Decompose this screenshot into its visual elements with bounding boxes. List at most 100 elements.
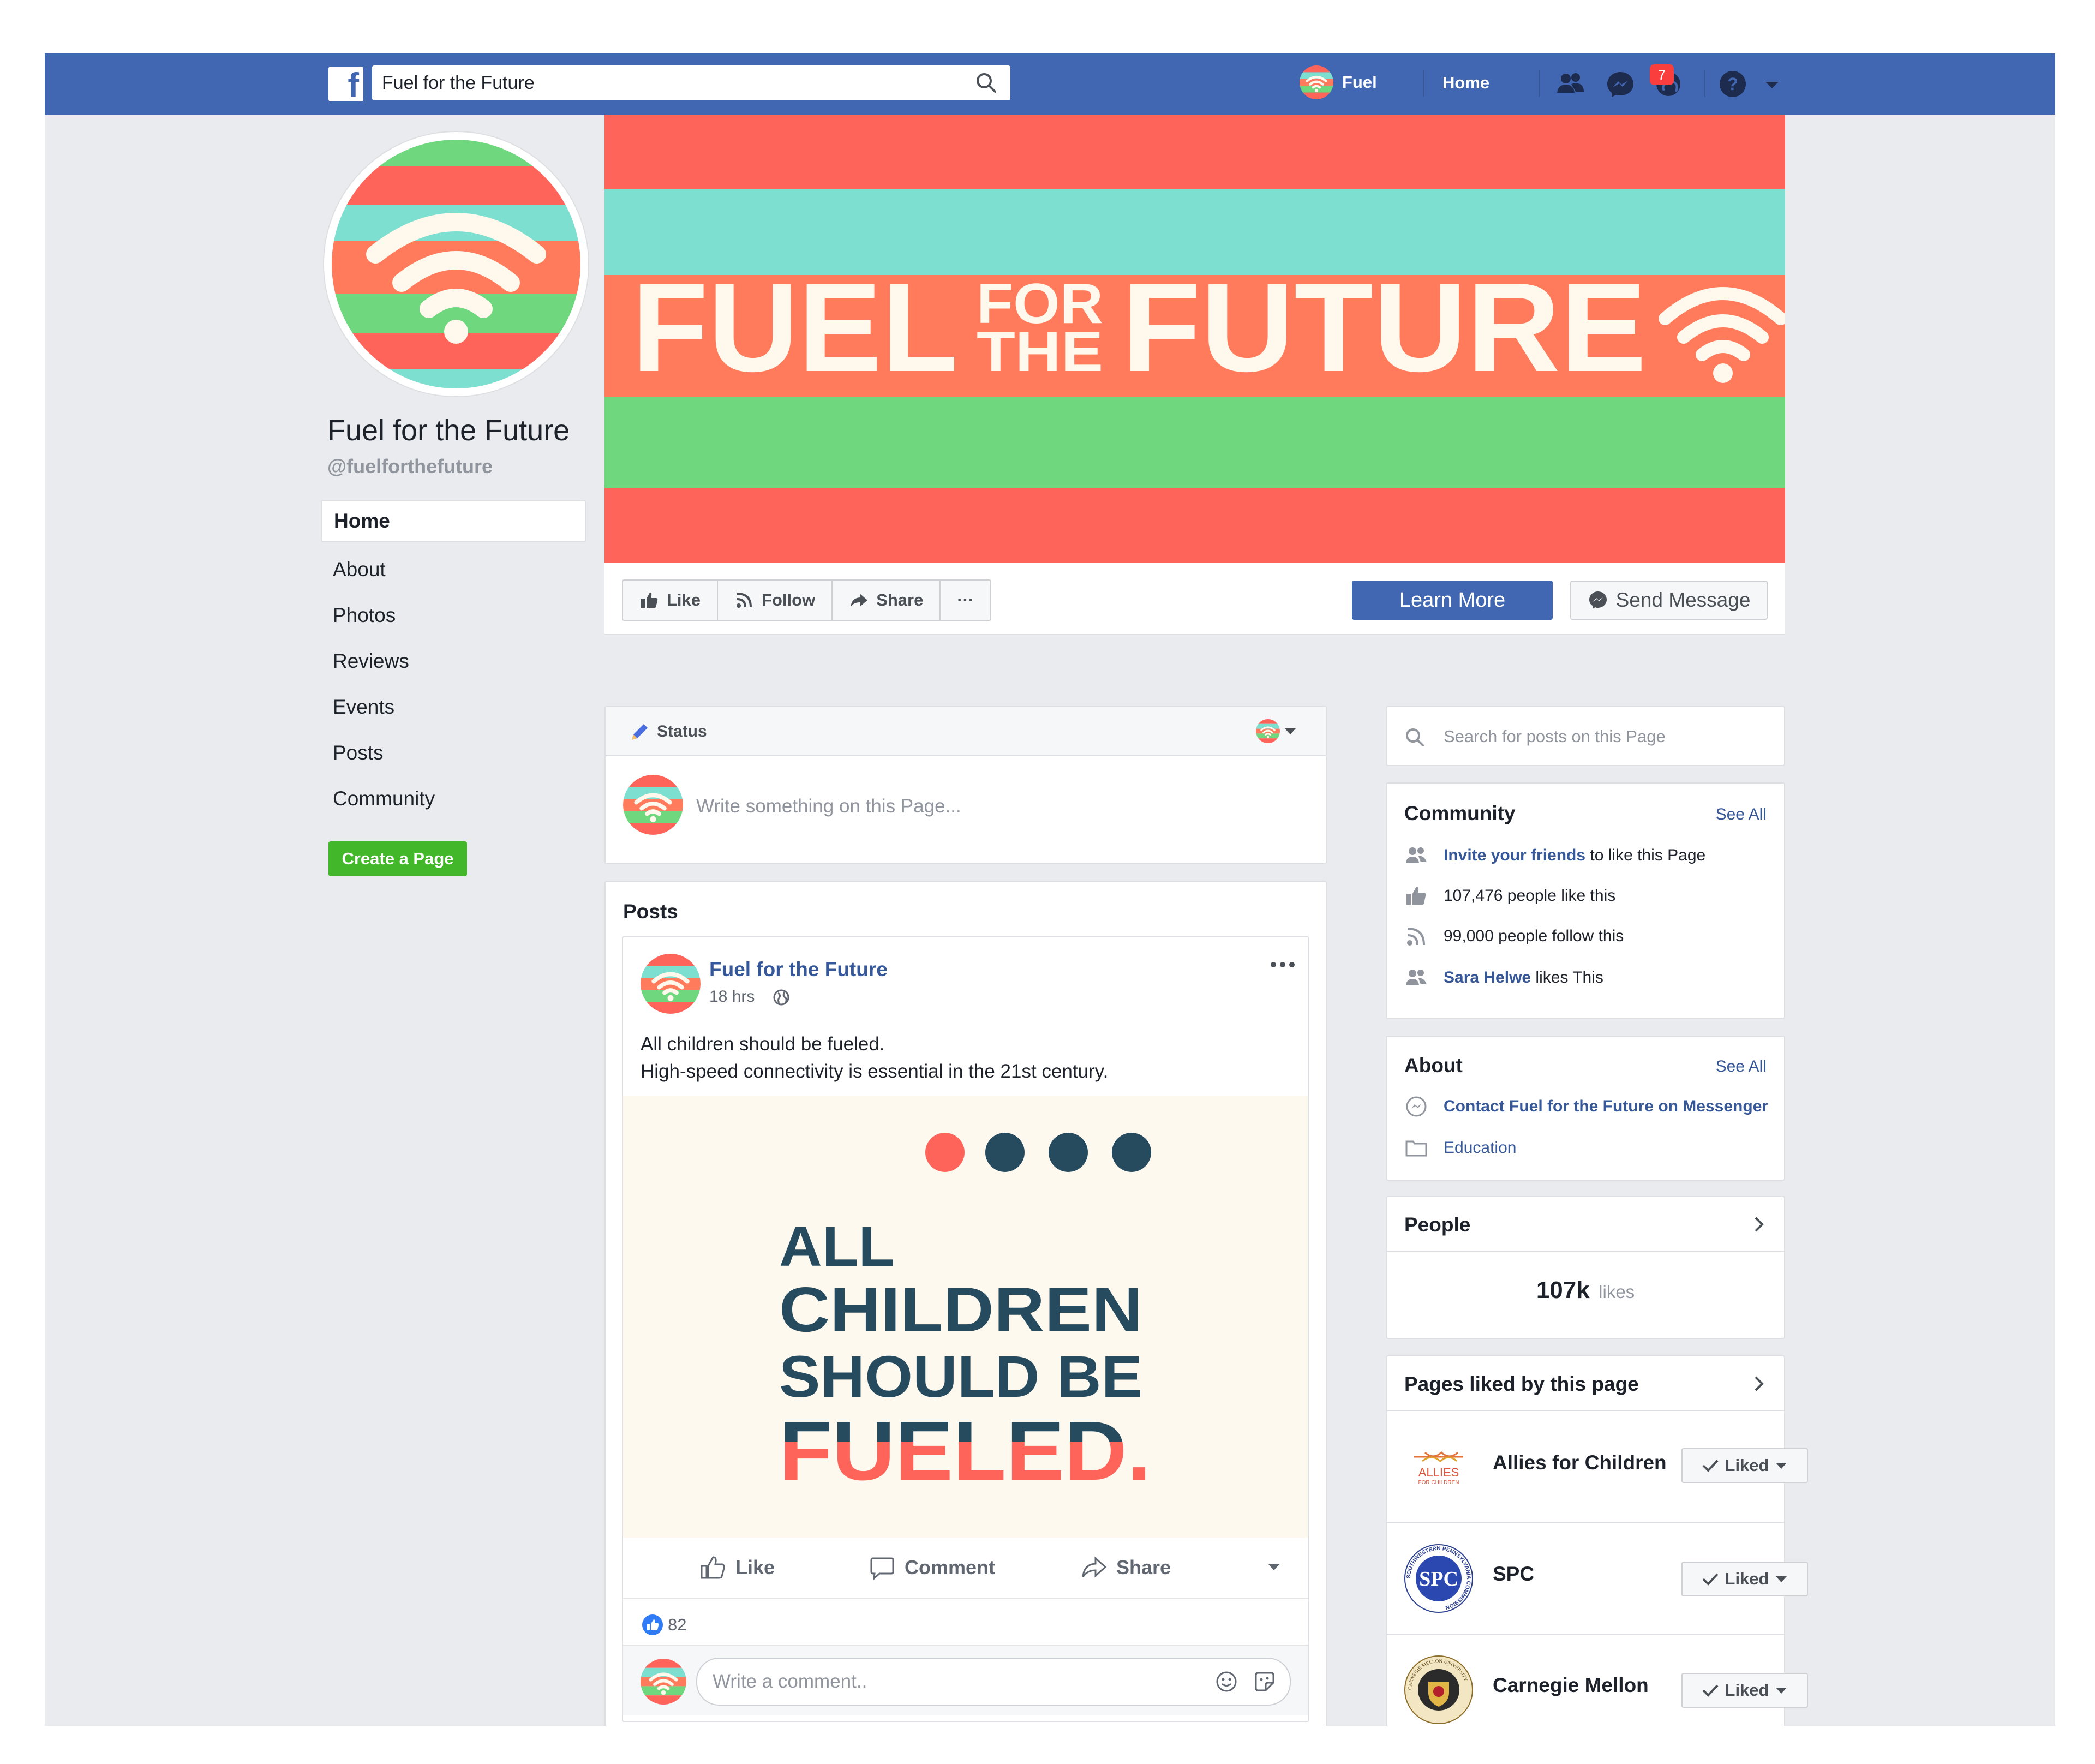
page-likes-row: 107,476 people like this: [1404, 884, 1615, 908]
page-username[interactable]: @fuelforthefuture: [327, 455, 493, 478]
pages-liked-heading: Pages liked by this page: [1404, 1373, 1639, 1395]
sidebar-item-posts[interactable]: Posts: [321, 730, 586, 776]
post-like-button[interactable]: Like: [699, 1554, 775, 1581]
liked-page-name[interactable]: SPC: [1493, 1563, 1534, 1586]
chevron-right-icon[interactable]: [1750, 1213, 1768, 1235]
comment-input[interactable]: Write a comment..: [696, 1658, 1291, 1706]
comment-composer: Write a comment..: [623, 1645, 1308, 1715]
chevron-down-icon[interactable]: [1283, 726, 1297, 737]
community-see-all-link[interactable]: See All: [1716, 805, 1767, 824]
post-author-avatar-icon[interactable]: [641, 954, 701, 1014]
carnegie-mellon-seal-icon[interactable]: CARNEGIE MELLON UNIVERSITY: [1403, 1654, 1474, 1725]
liked-page-row: SOUTHWESTERN PENNSYLVANIA COMMISSION SPC…: [1387, 1522, 1808, 1636]
post-options-icon[interactable]: [1269, 959, 1296, 970]
pages-liked-card: Pages liked by this page ALLIES FOR CHIL…: [1386, 1355, 1808, 1726]
page-avatar-icon: [1300, 65, 1333, 99]
liked-label: Liked: [1725, 1456, 1769, 1475]
post-timestamp[interactable]: 18 hrs: [709, 988, 755, 1006]
post-comment-label: Comment: [905, 1556, 996, 1578]
liked-dropdown-button[interactable]: Liked: [1681, 1673, 1808, 1708]
search-icon[interactable]: [974, 71, 998, 95]
reaction-summary[interactable]: 82: [642, 1614, 686, 1636]
public-globe-icon: [773, 989, 789, 1006]
profile-shortcut-label: Fuel: [1342, 73, 1377, 92]
pages-liked-header[interactable]: Pages liked by this page: [1387, 1356, 1784, 1410]
about-see-all-link[interactable]: See All: [1716, 1057, 1767, 1076]
sidebar-item-reviews[interactable]: Reviews: [321, 638, 586, 684]
learn-more-button[interactable]: Learn More: [1352, 581, 1553, 620]
nav-divider: [1539, 70, 1540, 97]
like-page-button[interactable]: Like: [623, 581, 719, 620]
post-comment-button[interactable]: Comment: [869, 1554, 995, 1581]
cover-word-fuel: FUEL: [632, 263, 958, 383]
invite-friends-link[interactable]: Invite your friends: [1444, 846, 1585, 864]
thumbs-up-outline-icon: [701, 1556, 725, 1579]
messenger-contact-link[interactable]: Contact Fuel for the Future on Messenger: [1444, 1097, 1768, 1116]
liked-label: Liked: [1725, 1569, 1769, 1588]
invite-friends-row: Invite your friends to like this Page: [1404, 844, 1705, 868]
sidebar-item-home[interactable]: Home: [321, 500, 586, 542]
liked-page-name[interactable]: Allies for Children: [1493, 1451, 1667, 1474]
cover-word-the: THE: [977, 320, 1103, 383]
checkmark-icon: [1702, 1460, 1718, 1472]
comment-bubble-icon: [870, 1557, 894, 1581]
nav-divider: [1423, 70, 1424, 97]
posts-heading: Posts: [623, 900, 678, 923]
friends-icon: [1406, 847, 1427, 863]
status-composer-header: Status: [606, 707, 1326, 756]
cover-photo[interactable]: FUEL FOR THE FUTURE: [604, 115, 1785, 563]
liked-dropdown-button[interactable]: Liked: [1681, 1448, 1808, 1483]
share-page-label: Share: [876, 590, 924, 609]
allies-logo-text: ALLIES: [1418, 1466, 1459, 1479]
category-link[interactable]: Education: [1444, 1139, 1516, 1157]
friend-name-link[interactable]: Sara Helwe: [1444, 968, 1531, 986]
sticker-icon[interactable]: [1253, 1670, 1277, 1694]
status-tab-label[interactable]: Status: [657, 722, 707, 741]
friend-requests-icon[interactable]: [1554, 68, 1587, 100]
page-profile-picture[interactable]: [324, 132, 588, 396]
search-input[interactable]: Fuel for the Future: [372, 65, 1010, 100]
follow-page-button[interactable]: Follow: [718, 581, 833, 620]
allies-for-children-logo-icon[interactable]: ALLIES FOR CHILDREN: [1403, 1432, 1474, 1503]
emoji-icon[interactable]: [1214, 1670, 1238, 1694]
help-icon[interactable]: ?: [1716, 68, 1749, 100]
spc-logo-icon[interactable]: SOUTHWESTERN PENNSYLVANIA COMMISSION SPC: [1403, 1543, 1474, 1614]
post-as-avatar-icon[interactable]: [1256, 719, 1280, 743]
folder-icon: [1405, 1140, 1427, 1157]
liked-dropdown-button[interactable]: Liked: [1681, 1562, 1808, 1596]
nav-home-link[interactable]: Home: [1442, 73, 1489, 93]
carousel-dot-active: [925, 1133, 965, 1172]
profile-shortcut[interactable]: Fuel: [1300, 65, 1377, 99]
share-page-button[interactable]: Share: [833, 581, 941, 620]
post-share-label: Share: [1116, 1556, 1171, 1578]
chevron-down-icon: [1776, 1463, 1787, 1469]
account-menu-chevron-down-icon[interactable]: [1761, 68, 1783, 100]
carousel-dot: [1112, 1133, 1151, 1172]
post-image[interactable]: ALL CHILDREN SHOULD BE FUELED. FUELED.: [623, 1096, 1308, 1538]
people-card-header[interactable]: People: [1387, 1197, 1784, 1252]
facebook-logo-icon[interactable]: f: [328, 67, 363, 104]
search-icon: [1406, 728, 1424, 746]
about-heading: About: [1404, 1054, 1463, 1077]
sidebar-item-photos[interactable]: Photos: [321, 593, 586, 638]
people-likes-count: 107k: [1536, 1277, 1590, 1303]
sidebar-item-events[interactable]: Events: [321, 684, 586, 730]
share-arrow-outline-icon: [1082, 1556, 1107, 1578]
send-message-button[interactable]: Send Message: [1570, 581, 1768, 620]
status-input[interactable]: Write something on this Page...: [696, 796, 961, 817]
post-share-button[interactable]: Share: [1080, 1554, 1171, 1581]
page-posts-search[interactable]: Search for posts on this Page: [1386, 706, 1785, 766]
chevron-down-icon[interactable]: [1267, 1562, 1281, 1572]
checkmark-icon: [1702, 1684, 1718, 1697]
pencil-icon: [632, 724, 648, 740]
create-page-button[interactable]: Create a Page: [328, 841, 467, 876]
graphic-text-line: SHOULD BE: [779, 1343, 1142, 1409]
sidebar-item-community[interactable]: Community: [321, 776, 586, 822]
chevron-right-icon[interactable]: [1750, 1373, 1768, 1395]
post-author-name[interactable]: Fuel for the Future: [709, 958, 888, 981]
liked-page-name[interactable]: Carnegie Mellon: [1493, 1674, 1649, 1697]
sidebar-item-about[interactable]: About: [321, 547, 586, 593]
nav-divider: [1704, 70, 1705, 97]
messenger-icon[interactable]: [1604, 68, 1637, 100]
more-options-button[interactable]: ···: [941, 581, 990, 620]
